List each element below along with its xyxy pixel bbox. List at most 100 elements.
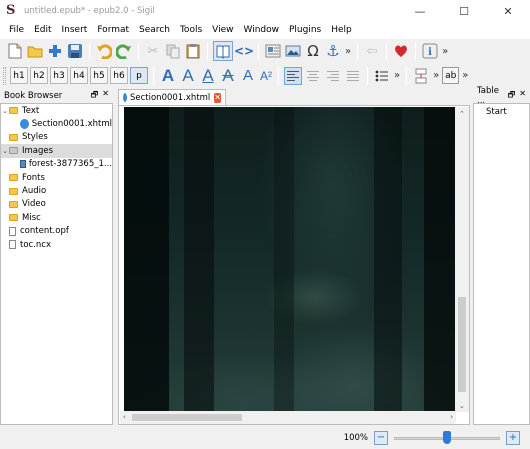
copy-icon xyxy=(164,42,182,60)
redo-button[interactable] xyxy=(115,41,133,61)
align-left-button[interactable] xyxy=(284,66,302,85)
book-view[interactable]: ⌃ ⌄ ‹ › xyxy=(118,105,470,425)
tab-section0001[interactable]: Section0001.xhtml ✕ xyxy=(118,89,226,105)
tree-item-images-folder[interactable]: ⌄ Images xyxy=(1,144,112,158)
tree-item-fonts-folder[interactable]: Fonts xyxy=(1,171,112,184)
info-button[interactable]: i xyxy=(421,41,439,61)
menu-search[interactable]: Search xyxy=(134,22,175,39)
menu-help[interactable]: Help xyxy=(326,22,357,39)
float-panel-icon[interactable]: 🗗 xyxy=(91,89,99,103)
heading-5-button[interactable]: h5 xyxy=(90,67,108,84)
chevron-down-icon[interactable]: ⌄ xyxy=(1,107,9,115)
add-file-button[interactable] xyxy=(46,41,64,61)
heading-4-button[interactable]: h4 xyxy=(70,67,88,84)
open-folder-icon xyxy=(26,42,44,60)
tree-item-video-folder[interactable]: Video xyxy=(1,198,112,211)
new-file-button[interactable] xyxy=(6,41,24,61)
horizontal-scrollbar[interactable]: ‹ › xyxy=(120,411,456,424)
title-bar: S untitled.epub* - epub2.0 - Sigil — ☐ ✕ xyxy=(0,0,530,22)
tree-item-label: Images xyxy=(22,145,54,156)
tree-item-content-opf[interactable]: content.opf xyxy=(1,225,112,238)
scrollbar-thumb[interactable] xyxy=(458,297,466,392)
book-view-button[interactable] xyxy=(213,41,233,61)
paste-button[interactable] xyxy=(184,41,202,61)
image-file-icon xyxy=(20,160,26,169)
close-panel-icon[interactable]: ✕ xyxy=(519,89,526,103)
vertical-scrollbar[interactable]: ⌃ ⌄ xyxy=(455,107,469,412)
scrollbar-thumb[interactable] xyxy=(132,414,242,421)
code-view-button[interactable]: <> xyxy=(234,41,254,61)
case-button[interactable]: ab xyxy=(442,67,460,84)
insert-special-char-button[interactable]: Ω xyxy=(304,41,322,61)
tree-item-forest-image[interactable]: forest-3877365_1... xyxy=(1,158,112,171)
minimize-button[interactable]: — xyxy=(398,0,442,22)
book-tree: ⌄ Text Section0001.xhtml Styles ⌄ Images f… xyxy=(0,103,113,425)
scroll-up-icon[interactable]: ⌃ xyxy=(459,110,465,118)
metadata-button[interactable] xyxy=(264,41,282,61)
bullet-list-button[interactable] xyxy=(373,66,391,86)
scroll-right-icon[interactable]: › xyxy=(450,413,453,421)
tree-item-text-folder[interactable]: ⌄ Text xyxy=(1,104,112,117)
tree-item-misc-folder[interactable]: Misc xyxy=(1,211,112,224)
tree-item-styles-folder[interactable]: Styles xyxy=(1,131,112,144)
slider-handle[interactable] xyxy=(443,430,451,444)
justify-button[interactable] xyxy=(344,67,362,85)
save-button[interactable] xyxy=(66,41,84,61)
back-button[interactable]: ⇦ xyxy=(363,41,381,61)
zoom-in-button[interactable]: + xyxy=(506,430,520,445)
insert-image-button[interactable] xyxy=(284,41,302,61)
tree-item-toc-ncx[interactable]: toc.ncx xyxy=(1,238,112,251)
menu-view[interactable]: View xyxy=(207,22,238,39)
toolbar-overflow-icon[interactable]: » xyxy=(433,70,439,81)
tree-item-label: forest-3877365_1... xyxy=(28,159,112,170)
menu-format[interactable]: Format xyxy=(92,22,134,39)
align-right-button[interactable] xyxy=(324,67,342,85)
scroll-down-icon[interactable]: ⌄ xyxy=(459,402,465,410)
heading-3-button[interactable]: h3 xyxy=(50,67,68,84)
heading-1-button[interactable]: h1 xyxy=(10,67,28,84)
tree-item-label: content.opf xyxy=(20,226,69,237)
toolbar-overflow-icon[interactable]: » xyxy=(442,46,448,57)
cut-button[interactable]: ✂ xyxy=(144,41,162,61)
heading-6-button[interactable]: h6 xyxy=(110,67,128,84)
tree-trunk xyxy=(274,107,294,412)
undo-button[interactable] xyxy=(95,41,113,61)
menu-tools[interactable]: Tools xyxy=(175,22,207,39)
toc-item-start[interactable]: Start xyxy=(486,107,529,117)
toolbar-overflow-icon[interactable]: » xyxy=(345,46,351,57)
zoom-slider[interactable] xyxy=(394,430,500,445)
subscript-button[interactable]: A xyxy=(238,66,258,86)
heading-2-button[interactable]: h2 xyxy=(30,67,48,84)
underline-button[interactable]: A xyxy=(198,66,218,86)
split-button[interactable] xyxy=(412,66,430,86)
chevron-down-icon[interactable]: ⌄ xyxy=(1,147,9,155)
toolbar-overflow-icon[interactable]: » xyxy=(394,70,400,81)
paragraph-button[interactable]: p xyxy=(130,67,148,84)
insert-id-button[interactable]: ⚓ xyxy=(324,41,342,61)
close-tab-icon[interactable]: ✕ xyxy=(214,92,221,103)
menu-window[interactable]: Window xyxy=(239,22,285,39)
align-center-button[interactable] xyxy=(304,67,322,85)
menu-insert[interactable]: Insert xyxy=(57,22,93,39)
menu-edit[interactable]: Edit xyxy=(29,22,56,39)
bold-button[interactable]: A xyxy=(158,66,178,86)
tree-item-section0001[interactable]: Section0001.xhtml xyxy=(1,117,112,130)
toolbar-grip[interactable] xyxy=(3,66,6,85)
float-panel-icon[interactable]: 🗗 xyxy=(508,89,516,103)
menu-plugins[interactable]: Plugins xyxy=(284,22,326,39)
copy-button[interactable] xyxy=(164,41,182,61)
strikethrough-button[interactable]: A xyxy=(218,66,238,86)
superscript-button[interactable]: A² xyxy=(258,66,274,86)
menu-file[interactable]: File xyxy=(4,22,29,39)
tree-item-audio-folder[interactable]: Audio xyxy=(1,184,112,197)
toolbar-overflow-icon[interactable]: » xyxy=(462,70,468,81)
maximize-button[interactable]: ☐ xyxy=(442,0,486,22)
close-panel-icon[interactable]: ✕ xyxy=(102,89,109,103)
scroll-left-icon[interactable]: ‹ xyxy=(123,413,126,421)
donate-button[interactable] xyxy=(392,41,410,61)
italic-button[interactable]: A xyxy=(178,66,198,86)
zoom-out-button[interactable]: − xyxy=(374,430,388,445)
icon-line xyxy=(287,76,299,78)
open-file-button[interactable] xyxy=(26,41,44,61)
close-window-button[interactable]: ✕ xyxy=(486,0,530,22)
